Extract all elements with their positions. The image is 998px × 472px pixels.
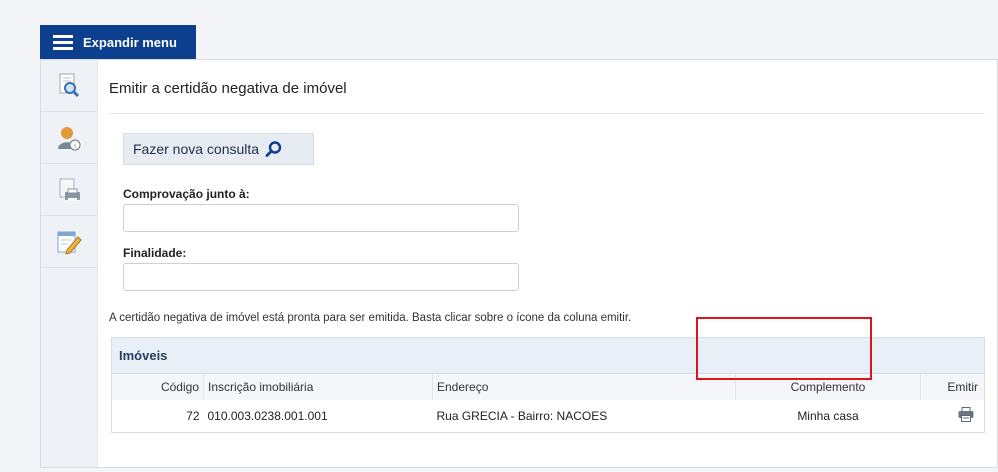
- column-header-complemento[interactable]: Complemento: [735, 374, 921, 400]
- cell-endereco: Rua GRECIA - Bairro: NACOES: [436, 409, 608, 423]
- printer-document-icon: [59, 178, 80, 201]
- sidebar-item-usuario[interactable]: i: [41, 112, 97, 164]
- column-header-codigo[interactable]: Código: [112, 374, 204, 400]
- table-row: 72 010.003.0238.001.001 Rua GRECIA - Bai…: [112, 400, 984, 432]
- finalidade-input[interactable]: [123, 263, 519, 291]
- info-message: A certidão negativa de imóvel está pront…: [109, 312, 632, 324]
- grid-title: Imóveis: [112, 338, 984, 374]
- document-search-icon: [59, 73, 80, 97]
- title-divider: [109, 113, 985, 114]
- user-info-icon: i: [58, 126, 81, 150]
- column-header-emitir: Emitir: [947, 380, 978, 394]
- expand-menu-label: Expandir menu: [83, 34, 177, 50]
- comprovacao-label: Comprovação junto à:: [123, 187, 250, 201]
- sidebar-item-imprimir[interactable]: [41, 164, 97, 216]
- imoveis-table: Código Inscrição imobiliária Endereço Co…: [112, 374, 984, 432]
- cell-codigo: 72: [186, 409, 200, 423]
- edit-document-icon: [57, 231, 82, 255]
- sidebar: i: [41, 60, 98, 467]
- expand-menu-button[interactable]: Expandir menu: [40, 25, 196, 59]
- column-header-endereco[interactable]: Endereço: [432, 374, 736, 400]
- comprovacao-input[interactable]: [123, 204, 519, 232]
- cell-inscricao: 010.003.0238.001.001: [207, 409, 328, 423]
- sidebar-item-consulta[interactable]: [41, 60, 97, 112]
- printer-icon: [958, 407, 974, 422]
- imoveis-grid: Imóveis Código Inscrição imobiliária End…: [111, 337, 985, 433]
- hamburger-icon: [53, 35, 73, 50]
- main-panel: i Emitir a certidão negativa de imóvel F…: [40, 59, 998, 468]
- table-header-row: Código Inscrição imobiliária Endereço Co…: [112, 374, 984, 400]
- page-title: Emitir a certidão negativa de imóvel: [109, 80, 347, 97]
- cell-complemento: Minha casa: [797, 409, 859, 423]
- new-query-button[interactable]: Fazer nova consulta: [123, 133, 314, 165]
- sidebar-item-editar[interactable]: [41, 216, 97, 268]
- content-area: Emitir a certidão negativa de imóvel Faz…: [97, 60, 997, 467]
- search-icon: [265, 141, 282, 157]
- new-query-label: Fazer nova consulta: [133, 141, 260, 157]
- finalidade-label: Finalidade:: [123, 246, 187, 260]
- column-header-inscricao[interactable]: Inscrição imobiliária: [203, 374, 433, 400]
- emitir-print-button[interactable]: [921, 400, 985, 432]
